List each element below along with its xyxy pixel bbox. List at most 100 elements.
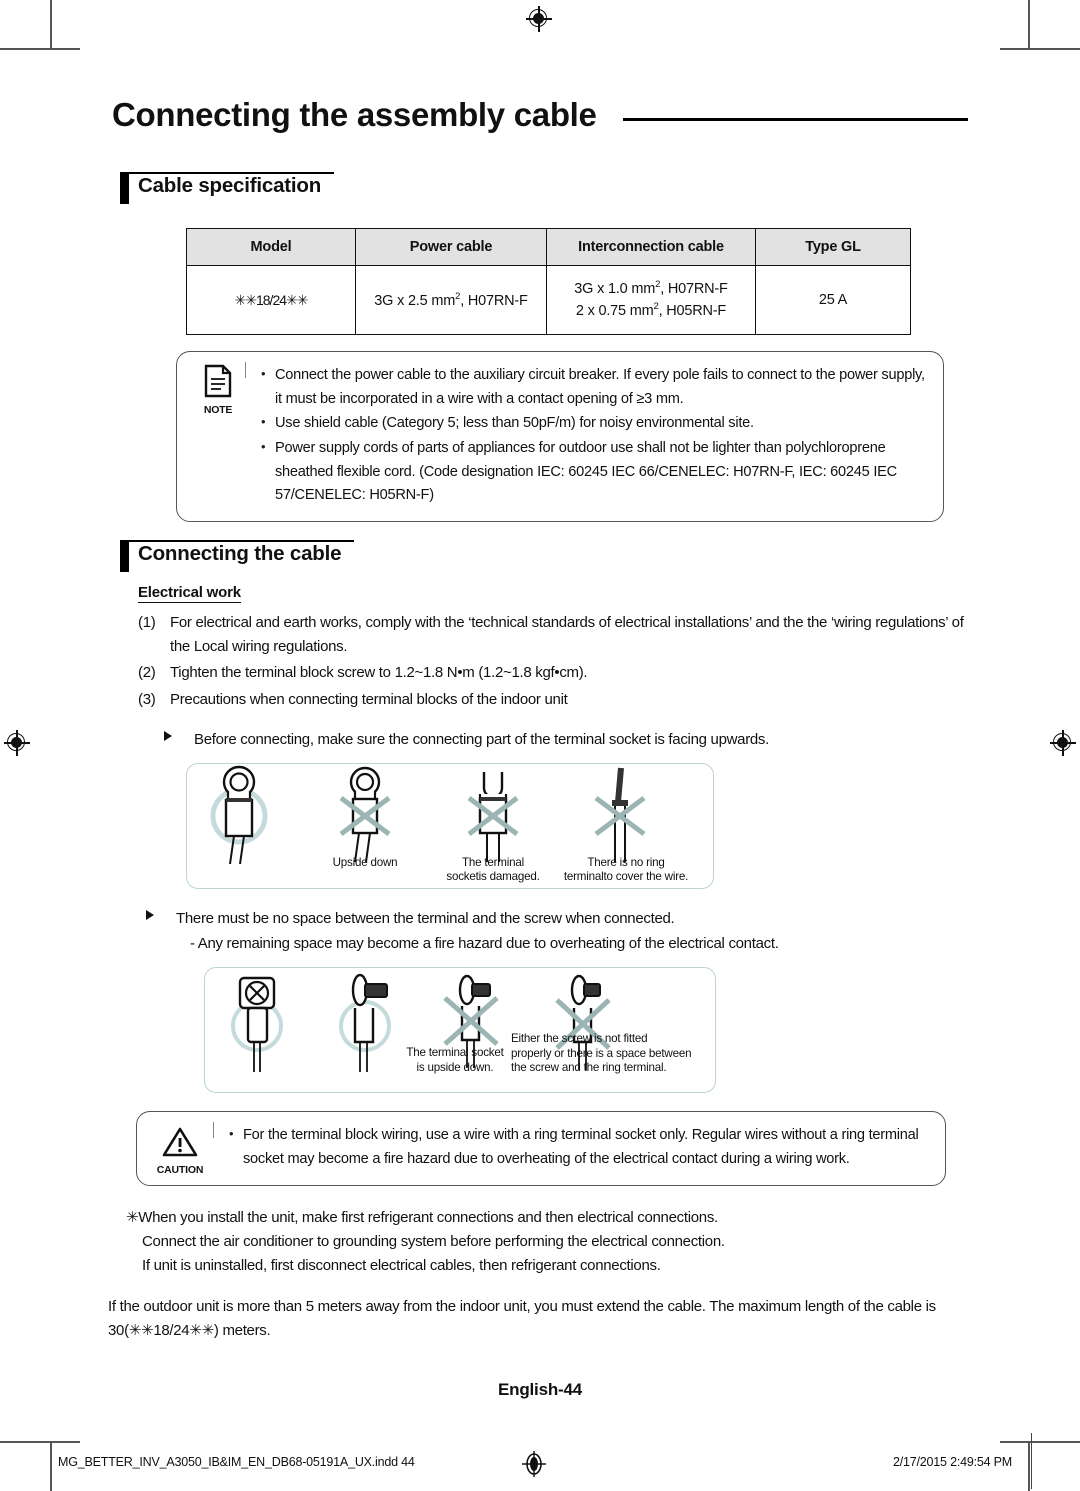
table-header-model: Model	[186, 228, 356, 266]
note-icon: NOTE	[189, 364, 247, 416]
page-title: Connecting the assembly cable	[112, 96, 597, 133]
caption-line: terminalto cover the wire.	[563, 870, 689, 884]
power-cable-pre: 3G x 2.5 mm	[374, 292, 456, 309]
figure1-caption-1: Upside down	[305, 856, 425, 870]
caption-line: properly or there is a space between	[511, 1046, 692, 1060]
table-header-power-cable: Power cable	[355, 228, 547, 266]
note-item: Connect the power cable to the auxiliary…	[261, 363, 927, 411]
screw-correct-front	[231, 977, 283, 1073]
document-icon	[204, 364, 232, 398]
item-number: (3)	[138, 690, 156, 708]
terminal-correct	[210, 765, 268, 864]
crop-mark-bottom-left-horizontal	[0, 1441, 80, 1443]
cable-specification-table: Model Power cable Interconnection cable …	[186, 228, 911, 335]
figure2-sub-line: - Any remaining space may become a fire …	[190, 935, 779, 953]
caution-list: For the terminal block wiring, use a wir…	[229, 1123, 929, 1171]
caption-line: is upside down.	[416, 1060, 494, 1074]
terminal-damaged-socket	[467, 771, 519, 862]
note-icon-label: NOTE	[203, 404, 233, 416]
document-page: Connecting the assembly cable Cable spec…	[0, 0, 1080, 1491]
note-list: Connect the power cable to the auxiliary…	[261, 363, 927, 508]
registration-mark-left	[4, 730, 30, 756]
inter-line1-post: , H07RN-F	[660, 280, 728, 297]
section-bar	[120, 541, 129, 572]
terminal-no-ring	[594, 767, 646, 862]
footer-timestamp: 2/17/2015 2:49:54 PM	[892, 1455, 1012, 1469]
caption-line: socketis damaged.	[446, 870, 540, 884]
figure2-lead: There must be no space between the termi…	[146, 907, 968, 956]
section-heading-cable-specification: Cable specification	[112, 172, 968, 212]
item-number: (2)	[138, 664, 156, 682]
table-header-type-gl: Type GL	[755, 228, 911, 266]
registration-mark-right	[1050, 730, 1076, 756]
figure1-caption-3: There is no ring terminalto cover the wi…	[543, 856, 709, 885]
registration-target-icon	[522, 1451, 546, 1477]
figure1-lead-text: Before connecting, make sure the connect…	[194, 730, 769, 748]
crop-mark-top-right-vertical	[1028, 0, 1030, 48]
note-item: Power supply cords of parts of appliance…	[261, 436, 927, 508]
cell-interconnection-cable: 3G x 1.0 mm2, H07RN-F 2 x 0.75 mm2, H05R…	[546, 265, 756, 335]
print-footer: MG_BETTER_INV_A3050_IB&IM_EN_DB68-05191A…	[0, 1433, 1080, 1489]
triangle-bullet-icon	[164, 730, 172, 741]
inter-line1-pre: 3G x 1.0 mm	[574, 280, 656, 297]
footer-rule	[1030, 1433, 1032, 1489]
item-text: Precautions when connecting terminal blo…	[170, 690, 568, 708]
section-title: Cable specification	[138, 174, 322, 197]
figure2-lead-text: There must be no space between the termi…	[176, 909, 675, 927]
registration-mark-top	[526, 6, 552, 32]
chapter-rule	[623, 118, 968, 121]
caption-line: the screw and the ring terminal.	[511, 1061, 667, 1075]
caption-line: The terminal	[461, 855, 525, 869]
caution-icon: CAUTION	[151, 1126, 209, 1176]
electrical-work-heading: Electrical work	[138, 583, 241, 603]
section-bar	[120, 174, 129, 204]
section-heading-connecting-the-cable: Connecting the cable	[112, 539, 968, 580]
closing-line: ✳When you install the unit, make first r…	[126, 1208, 718, 1226]
closing-paragraph: If the outdoor unit is more than 5 meter…	[108, 1297, 936, 1339]
item-number: (1)	[138, 613, 156, 631]
caution-item: For the terminal block wiring, use a wir…	[229, 1123, 929, 1171]
caution-divider	[213, 1122, 215, 1139]
chapter-header: Connecting the assembly cable	[112, 96, 968, 158]
note-item: Use shield cable (Category 5; less than …	[261, 411, 927, 436]
cell-model-value: ✳✳18/24✳✳	[234, 291, 309, 308]
page-content: Connecting the assembly cable Cable spec…	[108, 96, 968, 1343]
table-header-row: Model Power cable Interconnection cable …	[186, 228, 911, 266]
numbered-item: (1) For electrical and earth works, comp…	[138, 611, 968, 658]
cell-model: ✳✳18/24✳✳	[186, 265, 356, 335]
table-row: ✳✳18/24✳✳ 3G x 2.5 mm2, H07RN-F 3G x 1.0…	[186, 265, 911, 335]
figure1-lead: Before connecting, make sure the connect…	[164, 728, 968, 751]
inter-line2-post: , H05RN-F	[658, 303, 727, 319]
cell-type-gl: 25 A	[755, 265, 911, 335]
interconnection-line-2: 2 x 0.75 mm2, H05RN-F	[548, 300, 754, 322]
power-cable-post: , H07RN-F	[460, 292, 528, 309]
caption-line: Either the screw is not fitted	[511, 1032, 648, 1046]
inter-line2-pre: 2 x 0.75 mm	[575, 303, 654, 319]
crop-mark-bottom-right-horizontal	[1000, 1441, 1080, 1443]
footer-filename: MG_BETTER_INV_A3050_IB&IM_EN_DB68-05191A…	[58, 1455, 415, 1469]
caution-callout: CAUTION For the terminal block wiring, u…	[136, 1111, 946, 1186]
triangle-bullet-icon	[146, 909, 154, 920]
note-callout: NOTE Connect the power cable to the auxi…	[176, 351, 944, 522]
figure1-caption-2: The terminal socketis damaged.	[423, 856, 563, 885]
footer-registration-mark	[522, 1451, 546, 1482]
section-title: Connecting the cable	[138, 541, 342, 565]
figure-screw-fitting: The terminal socket is upside down. Eith…	[204, 967, 716, 1094]
caption-line: The terminal socket	[406, 1046, 504, 1060]
interconnection-line-1: 3G x 1.0 mm2, H07RN-F	[548, 278, 754, 300]
terminal-upside-down	[339, 766, 391, 862]
closing-line: If unit is uninstalled, first disconnect…	[142, 1257, 661, 1275]
figure-ring-terminal-orientation: Upside down The terminal socketis damage…	[186, 762, 714, 889]
page-number: English-44	[498, 1380, 582, 1399]
note-divider	[245, 362, 247, 378]
table-header-interconnection-cable: Interconnection cable	[546, 228, 756, 266]
caption-line: There is no ring	[587, 855, 665, 869]
item-text: Tighten the terminal block screw to 1.2~…	[170, 664, 588, 682]
figure2-caption-2: Either the screw is not fitted properly …	[511, 1032, 707, 1075]
cell-power-cable: 3G x 2.5 mm2, H07RN-F	[355, 265, 547, 335]
crop-mark-top-left-horizontal	[0, 48, 80, 50]
numbered-item: (3) Precautions when connecting terminal…	[138, 688, 968, 712]
screw-correct-side	[339, 974, 391, 1073]
numbered-item: (2) Tighten the terminal block screw to …	[138, 661, 968, 685]
crop-mark-top-right-horizontal	[1000, 48, 1080, 50]
